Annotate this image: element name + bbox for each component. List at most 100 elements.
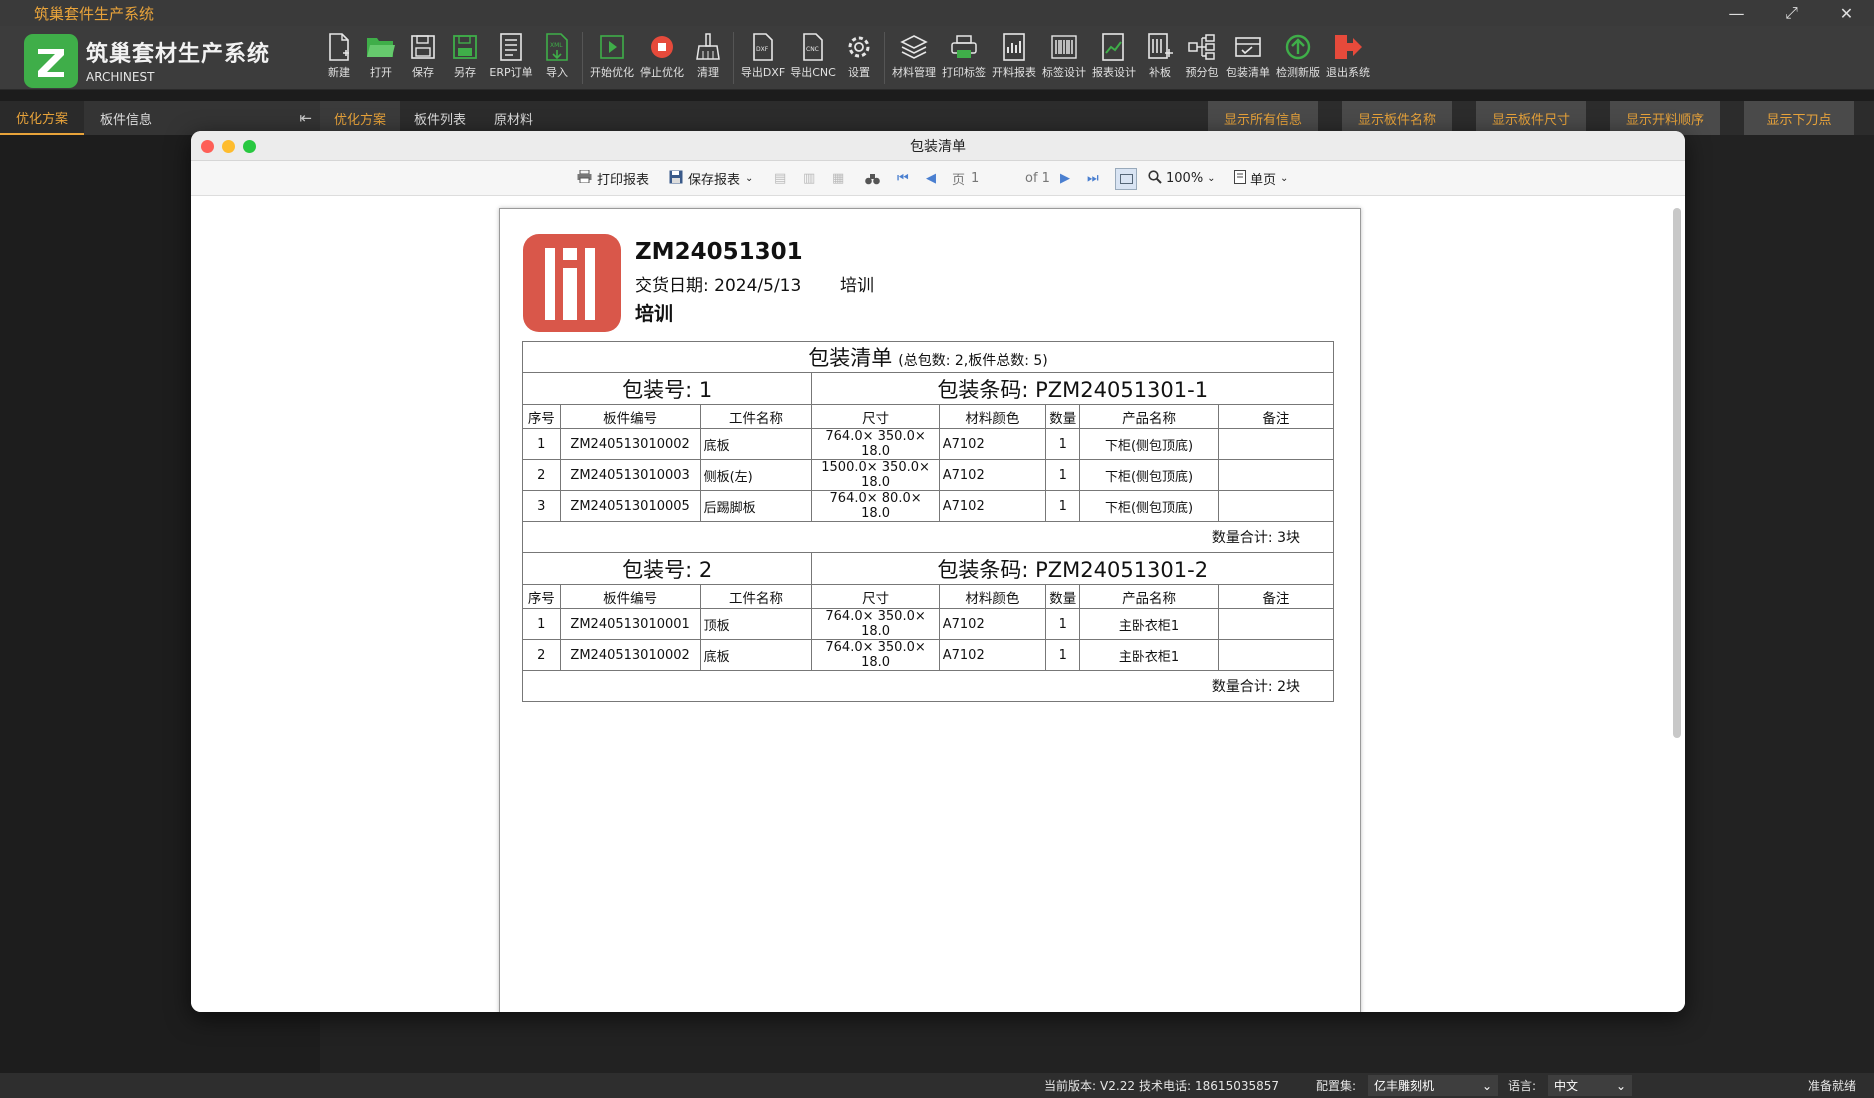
column-header: 板件编号	[559, 584, 701, 609]
table-cell: 下柜(侧包顶底)	[1079, 459, 1219, 491]
tab-optimization-plan[interactable]: 优化方案	[0, 101, 85, 135]
table-cell: 1	[1045, 608, 1081, 640]
print-report-button[interactable]: 打印报表	[577, 161, 649, 196]
minimize-icon[interactable]: —	[1709, 0, 1764, 26]
language-select[interactable]: 中文 ⌄	[1548, 1073, 1632, 1098]
show-entry-point-button[interactable]: 显示下刀点	[1744, 101, 1854, 135]
exit-icon	[1332, 30, 1364, 64]
table-row[interactable]: 1 ZM240513010001 顶板 764.0× 350.0× 18.0 A7102…	[522, 608, 1335, 640]
chevron-down-icon: ⌄	[745, 173, 754, 184]
column-header: 工件名称	[699, 584, 813, 609]
toolbar-button-update[interactable]: 检测新版	[1273, 30, 1323, 86]
table-row[interactable]: 2 ZM240513010002 底板 764.0× 350.0× 18.0 A7102…	[522, 639, 1335, 671]
printer-icon	[577, 169, 592, 187]
table-cell: ZM240513010001	[559, 608, 701, 640]
previous-page-icon[interactable]: ◀	[926, 161, 936, 196]
binoculars-icon[interactable]	[865, 161, 880, 196]
toolbar-button-play[interactable]: 开始优化	[587, 30, 637, 86]
broom-icon	[692, 30, 724, 64]
toolbar-label: 导入	[546, 66, 568, 79]
zoom-dot-icon[interactable]	[243, 140, 256, 153]
ribbon-toolbar: 筑巢套材生产系统 ARCHINEST 新建 打开 保存 另存 ERP订单 XML 导入 开始优…	[0, 26, 1874, 90]
toolbar-button-package-list[interactable]: 包装清单	[1223, 30, 1273, 86]
show-cut-order-button[interactable]: 显示开料顺序	[1610, 101, 1720, 135]
table-row[interactable]: 3 ZM240513010005 后踢脚板 764.0× 80.0× 18.0 A710…	[522, 490, 1335, 522]
toolbar-button-tree[interactable]: 预分包	[1181, 30, 1223, 86]
toolbar-button-folder-open[interactable]: 打开	[360, 30, 402, 86]
config-value: 亿丰雕刻机	[1374, 1079, 1435, 1093]
clipboard-icon[interactable]: ▥	[803, 161, 815, 196]
toolbar-button-report-design[interactable]: 报表设计	[1089, 30, 1139, 86]
save-report-button[interactable]: 保存报表 ⌄	[669, 161, 753, 196]
fit-page-icon[interactable]	[1115, 161, 1137, 196]
package-number: 包装号: 2	[521, 552, 813, 585]
page-input[interactable]: 1	[971, 161, 1019, 196]
toolbar-button-layers[interactable]: 材料管理	[889, 30, 939, 86]
toolbar-button-xml-import[interactable]: XML 导入	[536, 30, 578, 86]
toolbar-button-erp-order[interactable]: ERP订单	[486, 30, 536, 86]
svg-text:XML: XML	[550, 42, 563, 49]
table-cell: 764.0× 80.0× 18.0	[811, 490, 940, 522]
table-cell: 底板	[699, 639, 813, 671]
report-page: ZM24051301 交货日期: 2024/5/13 培训 培训 包装清单 (总包…	[499, 208, 1361, 1012]
order-number: ZM24051301	[635, 239, 803, 265]
left-tabs: 优化方案 板件信息 ⇤	[0, 101, 320, 135]
delivery-date-label: 交货日期:	[635, 276, 709, 296]
table-row[interactable]: 2 ZM240513010003 侧板(左) 1500.0× 350.0× 18.0 A…	[522, 459, 1335, 491]
toolbar-button-new-file[interactable]: 新建	[318, 30, 360, 86]
view-mode-select[interactable]: 单页 ⌄	[1234, 161, 1288, 196]
table-cell: A7102	[938, 608, 1047, 640]
show-panel-size-button[interactable]: 显示板件尺寸	[1476, 101, 1586, 135]
customer-name-bold: 培训	[635, 303, 674, 325]
table-row[interactable]: 1 ZM240513010002 底板 764.0× 350.0× 18.0 A7102…	[522, 428, 1335, 460]
toolbar-button-print-label[interactable]: 打印标签	[939, 30, 989, 86]
column-header: 数量	[1045, 584, 1081, 609]
minimize-dot-icon[interactable]	[222, 140, 235, 153]
export-icon[interactable]: ▦	[832, 161, 844, 196]
vertical-scrollbar[interactable]	[1673, 206, 1683, 1006]
show-all-info-button[interactable]: 显示所有信息	[1208, 101, 1318, 135]
toolbar-button-patch-board[interactable]: 补板	[1139, 30, 1181, 86]
toolbar-button-save[interactable]: 保存	[402, 30, 444, 86]
toolbar-button-cut-report[interactable]: 开料报表	[989, 30, 1039, 86]
last-page-icon[interactable]: ⏭	[1087, 161, 1099, 196]
config-select[interactable]: 亿丰雕刻机 ⌄	[1368, 1073, 1498, 1098]
copy-icon[interactable]: ▤	[774, 161, 786, 196]
column-header: 工件名称	[699, 404, 813, 429]
toolbar-button-exit[interactable]: 退出系统	[1323, 30, 1373, 86]
maximize-icon[interactable]: ⤢	[1764, 0, 1819, 26]
chevron-down-icon: ⌄	[1615, 1078, 1626, 1093]
column-header: 产品名称	[1079, 584, 1219, 609]
xml-import-icon: XML	[541, 30, 573, 64]
close-icon[interactable]: ✕	[1819, 0, 1874, 26]
toolbar-button-cnc-file[interactable]: CNC 导出CNC	[788, 30, 838, 86]
toolbar-button-stop[interactable]: 停止优化	[637, 30, 687, 86]
tab-panel-info[interactable]: 板件信息	[84, 101, 168, 135]
package-total-row: 数量合计: 2块	[522, 670, 1334, 702]
show-panel-name-button[interactable]: 显示板件名称	[1342, 101, 1452, 135]
column-header-row: 序号 板件编号 工件名称 尺寸 材料颜色 数量 产品名称 备注	[522, 404, 1335, 429]
close-dot-icon[interactable]	[201, 140, 214, 153]
toolbar-button-barcode[interactable]: 标签设计	[1039, 30, 1089, 86]
packing-title: 包装清单	[808, 346, 893, 370]
tab-main-optimization[interactable]: 优化方案	[320, 101, 401, 135]
toolbar-label: 打开	[370, 66, 392, 79]
table-cell: 侧板(左)	[699, 459, 813, 491]
first-page-icon[interactable]: ⏮	[897, 161, 909, 196]
update-icon	[1282, 30, 1314, 64]
toolbar-label: 设置	[848, 66, 870, 79]
scrollbar-thumb[interactable]	[1673, 208, 1681, 738]
customer-name: 培训	[840, 276, 874, 296]
toolbar-button-gear[interactable]: 设置	[838, 30, 880, 86]
toolbar-button-broom[interactable]: 清理	[687, 30, 729, 86]
toolbar-button-save-as[interactable]: 另存	[444, 30, 486, 86]
window-controls: — ⤢ ✕	[1709, 0, 1874, 26]
toolbar-button-dxf-file[interactable]: DXF 导出DXF	[738, 30, 788, 86]
table-cell: 主卧衣柜1	[1079, 639, 1219, 671]
zoom-control[interactable]: 100% ⌄	[1148, 161, 1216, 196]
next-page-icon[interactable]: ▶	[1060, 161, 1070, 196]
tab-raw-material[interactable]: 原材料	[480, 101, 547, 135]
collapse-panel-icon[interactable]: ⇤	[299, 109, 312, 127]
play-icon	[596, 30, 628, 64]
tab-panel-list[interactable]: 板件列表	[400, 101, 480, 135]
